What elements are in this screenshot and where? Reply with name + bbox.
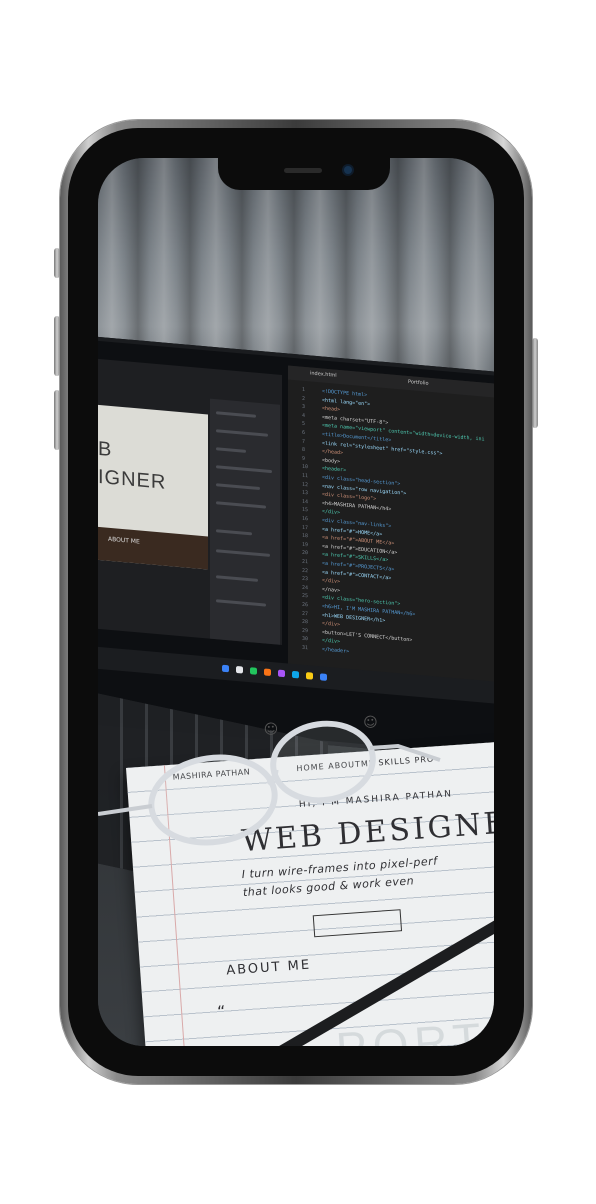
power-button (532, 338, 538, 428)
code-line-number: 26 (302, 601, 309, 609)
code-line-number: 27 (302, 610, 309, 617)
code-line: <body> (322, 457, 341, 465)
code-line-number: 10 (302, 464, 309, 471)
code-line-number: 2 (302, 395, 306, 402)
code-line-number: 17 (302, 524, 309, 531)
volume-up-button (54, 316, 60, 376)
editor-search: Portfolio (408, 378, 429, 387)
code-line-number: 24 (302, 584, 309, 592)
code-editor-window: index.html Portfolio 1 <!DOCTYPE html> 2 <h… (288, 365, 494, 687)
phone-bezel: B IGNER ABOUT ME index.html Portfolio 1 … (68, 128, 524, 1076)
sketch-quote-mark: “ (216, 1001, 227, 1022)
sketch-watermark: PORTFOLI (334, 1003, 494, 1046)
phone-frame: B IGNER ABOUT ME index.html Portfolio 1 … (54, 120, 538, 1084)
code-line-number: 22 (302, 567, 309, 574)
code-line-number: 21 (302, 558, 309, 566)
code-line: </nav> (322, 586, 341, 594)
mockup-hero-text: B IGNER (98, 437, 167, 494)
code-line-number: 11 (302, 472, 309, 480)
code-line-number: 16 (302, 515, 309, 523)
notch (218, 158, 390, 190)
phone-screen: B IGNER ABOUT ME index.html Portfolio 1 … (98, 158, 494, 1046)
code-line-number: 12 (302, 481, 309, 488)
website-mockup: B IGNER ABOUT ME (98, 404, 208, 570)
code-line-number: 23 (302, 575, 309, 583)
code-line-number: 7 (302, 438, 306, 445)
editor-tab-bar: index.html Portfolio (288, 365, 494, 401)
design-app-window: B IGNER ABOUT ME (98, 358, 282, 645)
code-line: </div> (322, 637, 341, 646)
code-line-number: 19 (302, 541, 309, 549)
code-line-number: 3 (302, 403, 306, 411)
code-line-number: 1 (302, 386, 306, 393)
code-line-number: 15 (302, 507, 309, 514)
code-line: <header> (322, 465, 347, 474)
code-line-number: 31 (302, 644, 309, 652)
volume-down-button (54, 390, 60, 450)
code-line-number: 14 (302, 498, 309, 506)
code-line-number: 28 (302, 618, 309, 626)
sketch-button-box (312, 909, 403, 938)
laptop-screen: B IGNER ABOUT ME index.html Portfolio 1 … (98, 336, 494, 764)
speaker-grille (284, 168, 322, 173)
code-line: </div> (322, 577, 341, 586)
code-line-number: 4 (302, 412, 306, 419)
properties-panel (210, 398, 280, 645)
code-line: </head> (322, 448, 344, 457)
code-line: </div> (322, 620, 341, 629)
code-line-number: 8 (302, 446, 306, 454)
code-line-number: 29 (302, 627, 309, 635)
eyeglasses (98, 720, 441, 846)
code-line: <head> (322, 405, 341, 414)
sketch-about-heading: ABOUT ME (225, 957, 312, 979)
mockup-about-label: ABOUT ME (108, 535, 140, 546)
code-line-number: 30 (302, 636, 309, 643)
code-line-number: 20 (302, 550, 309, 557)
code-line-number: 6 (302, 429, 306, 436)
mute-switch (54, 248, 60, 278)
code-line: </div> (322, 508, 341, 517)
front-camera-icon (344, 166, 352, 174)
code-line: </header> (322, 646, 350, 655)
code-line-number: 9 (302, 455, 306, 462)
code-line-number: 13 (302, 489, 309, 497)
editor-tab: index.html (310, 370, 337, 379)
mockup-about-section: ABOUT ME (98, 526, 208, 570)
code-line-number: 18 (302, 532, 309, 540)
code-line-number: 5 (302, 421, 306, 428)
code-line-number: 25 (302, 593, 309, 600)
